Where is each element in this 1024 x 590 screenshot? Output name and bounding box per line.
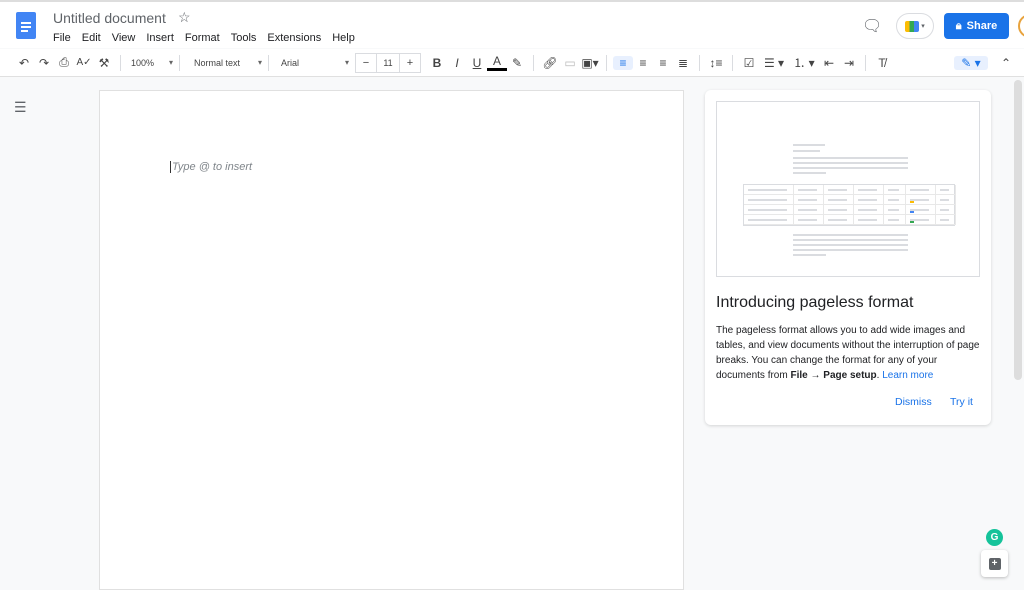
align-center-icon[interactable]: ≡ [633, 56, 653, 70]
redo-icon[interactable]: ↷ [34, 56, 54, 70]
lock-icon: 🔒︎ [955, 19, 962, 32]
editing-mode-icon[interactable]: ✎ ▾ [954, 55, 988, 70]
arrow-text: → [807, 370, 824, 381]
title-bar: Untitled document ☆ File Edit View Inser… [0, 0, 1024, 48]
decrease-font-size-button[interactable]: − [356, 57, 376, 69]
clear-formatting-icon[interactable]: T̸ [872, 56, 892, 70]
menu-file[interactable]: File [53, 32, 71, 44]
explore-button[interactable]: + [981, 550, 1008, 577]
zoom-value: 100% [131, 57, 155, 68]
increase-indent-icon[interactable]: ⇥ [839, 56, 859, 70]
menu-help[interactable]: Help [332, 32, 355, 44]
decrease-indent-icon[interactable]: ⇤ [819, 56, 839, 70]
chevron-down-icon: ▾ [921, 23, 925, 30]
paint-format-icon[interactable]: ⚒ [94, 56, 114, 70]
docs-logo-icon[interactable] [16, 12, 36, 39]
style-select[interactable]: Normal text [194, 58, 262, 68]
panel-title: Introducing pageless format [716, 294, 914, 311]
font-size-input[interactable]: 11 [376, 53, 400, 72]
bold-icon[interactable]: B [427, 56, 447, 70]
share-label: Share [966, 20, 998, 32]
font-value: Arial [281, 57, 300, 68]
panel-body: The pageless format allows you to add wi… [716, 323, 982, 383]
dismiss-button[interactable]: Dismiss [895, 396, 932, 408]
menu-tools[interactable]: Tools [231, 32, 257, 44]
font-select[interactable]: Arial [281, 58, 349, 68]
toolbar: ↶ ↷ ⎙ A✓ ⚒ 100% Normal text Arial − 11 +… [0, 49, 1024, 77]
highlight-icon[interactable]: ✎ [507, 56, 527, 70]
add-comment-icon[interactable]: ▭ [560, 56, 580, 70]
undo-icon[interactable]: ↶ [14, 56, 34, 70]
align-right-icon[interactable]: ≡ [653, 56, 673, 70]
menu-edit[interactable]: Edit [82, 32, 101, 44]
comment-history-icon[interactable]: 🗨 [862, 16, 882, 36]
menu-view[interactable]: View [112, 32, 136, 44]
meet-button[interactable]: ▾ [896, 13, 934, 39]
grammarly-icon[interactable]: G [986, 529, 1003, 546]
document-title[interactable]: Untitled document [53, 10, 166, 26]
insert-image-icon[interactable]: ▣▾ [580, 56, 600, 70]
underline-icon[interactable]: U [467, 56, 487, 70]
numbered-list-icon[interactable]: ⒈ ▾ [789, 54, 819, 71]
pageless-preview-image [716, 101, 980, 277]
avatar[interactable] [1018, 14, 1024, 38]
star-icon[interactable]: ☆ [178, 9, 191, 26]
pageless-format-card: Introducing pageless format The pageless… [705, 90, 991, 425]
checklist-icon[interactable]: ☑ [739, 56, 759, 70]
collapse-toolbar-icon[interactable]: ⌃ [996, 56, 1016, 70]
file-menu-ref: File [790, 370, 808, 381]
menu-extensions[interactable]: Extensions [267, 32, 321, 44]
align-left-icon[interactable]: ≡ [613, 55, 633, 70]
print-icon[interactable]: ⎙ [54, 55, 74, 70]
font-size-stepper: − 11 + [355, 52, 421, 73]
page-setup-ref: Page setup [823, 370, 877, 381]
document-page[interactable]: Type @ to insert [99, 90, 684, 590]
style-value: Normal text [194, 57, 241, 68]
link-icon[interactable]: 🔗︎ [540, 56, 560, 70]
italic-icon[interactable]: I [447, 56, 467, 70]
meet-icon [905, 20, 920, 32]
share-button[interactable]: 🔒︎ Share [944, 13, 1009, 39]
increase-font-size-button[interactable]: + [400, 57, 420, 69]
text-color-icon[interactable]: A [487, 54, 507, 71]
learn-more-link[interactable]: Learn more [882, 370, 933, 381]
zoom-select[interactable]: 100% [131, 58, 173, 68]
menu-format[interactable]: Format [185, 32, 220, 44]
spellcheck-icon[interactable]: A✓ [74, 57, 94, 68]
line-spacing-icon[interactable]: ↕≡ [706, 56, 726, 70]
justify-icon[interactable]: ≣ [673, 56, 693, 70]
bulleted-list-icon[interactable]: ☰ ▾ [759, 56, 789, 70]
menu-insert[interactable]: Insert [146, 32, 174, 44]
document-outline-icon[interactable]: ☰ [14, 99, 27, 116]
insert-placeholder[interactable]: Type @ to insert [170, 161, 252, 173]
scrollbar[interactable] [1014, 80, 1022, 380]
explore-icon: + [988, 557, 1001, 570]
try-it-button[interactable]: Try it [950, 396, 973, 408]
menu-bar: File Edit View Insert Format Tools Exten… [53, 32, 366, 44]
